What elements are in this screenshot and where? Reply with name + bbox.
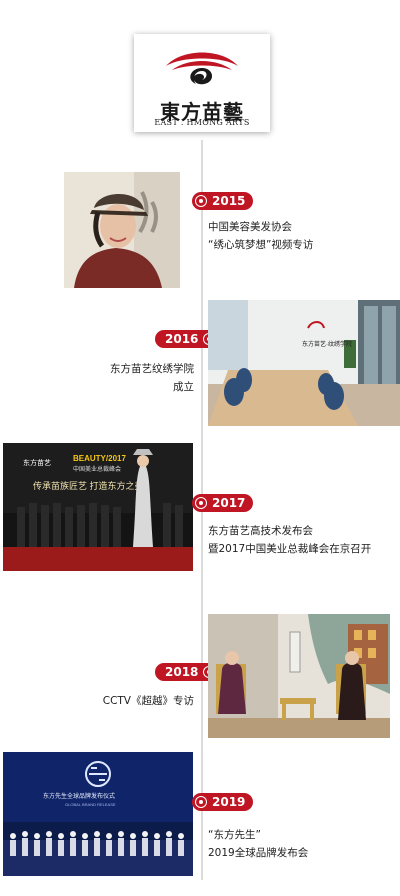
caption-2019: “东方先生” 2019全球品牌发布会 (208, 826, 308, 862)
photo-2015-interview (64, 172, 180, 288)
caption-line: CCTV《超越》专访 (102, 695, 194, 707)
stage-banner-left: 东方苗艺 (23, 458, 51, 467)
timeline-dot (196, 498, 206, 508)
caption-2017: 东方苗艺高技术发布会 暨2017中国美业总裁峰会在京召开 (208, 522, 371, 558)
timeline-dot (196, 797, 206, 807)
year-badge-2019: 2019 (192, 793, 254, 811)
year-label: 2017 (212, 496, 246, 510)
stage-banner-sub: 中国美业总裁峰会 (73, 465, 121, 473)
caption-2016: 东方苗艺纹绣学院 成立 (80, 360, 194, 396)
brand-logo-icon (166, 52, 238, 85)
photo-2019-launch: 东方先生全球品牌发布仪式 GLOBAL BRAND RELEASE (3, 752, 193, 876)
caption-2018: CCTV《超越》专访 (80, 692, 194, 710)
launch-title: 东方先生全球品牌发布仪式 (43, 792, 115, 800)
year-badge-2015: 2015 (192, 192, 254, 210)
caption-2015: 中国美容美发协会 “绣心筑梦想”视频专访 (208, 218, 313, 254)
timeline-dot (196, 196, 206, 206)
brand-logo-card: 東方苗藝 EAST . HMONG ARTS (134, 34, 270, 132)
year-label: 2015 (212, 194, 246, 208)
stage-banner-beauty: BEAUTY/2017 (73, 454, 126, 463)
caption-line: 暨2017中国美业总裁峰会在京召开 (208, 543, 372, 555)
caption-line: “东方先生” (208, 829, 261, 841)
caption-line: 2019全球品牌发布会 (208, 847, 309, 859)
brand-name-en: EAST . HMONG ARTS (154, 118, 250, 127)
caption-line: 成立 (173, 381, 194, 393)
launch-subtitle: GLOBAL BRAND RELEASE (65, 802, 116, 807)
year-label: 2016 (165, 332, 199, 346)
caption-line: 中国美容美发协会 (208, 221, 292, 233)
stage-slogan: 传承苗族匠艺 打造东方之美 (33, 480, 144, 491)
photo-2016-academy: 东方苗艺·纹绣学院 (208, 300, 400, 426)
brand-timeline-page: 東方苗藝 EAST . HMONG ARTS 2015 中国美容美发协会 “绣心… (0, 0, 400, 896)
caption-line: “绣心筑梦想”视频专访 (208, 239, 314, 251)
photo-2017-summit: 东方苗艺 BEAUTY/2017 中国美业总裁峰会 传承苗族匠艺 打造东方之美 (3, 443, 193, 571)
year-badge-2017: 2017 (192, 494, 254, 512)
photo-2018-cctv (208, 614, 390, 738)
caption-line: 东方苗艺纹绣学院 (110, 363, 194, 375)
year-label: 2019 (212, 795, 246, 809)
academy-sign-text: 东方苗艺·纹绣学院 (302, 340, 352, 348)
year-label: 2018 (165, 665, 199, 679)
caption-line: 东方苗艺高技术发布会 (208, 525, 313, 537)
